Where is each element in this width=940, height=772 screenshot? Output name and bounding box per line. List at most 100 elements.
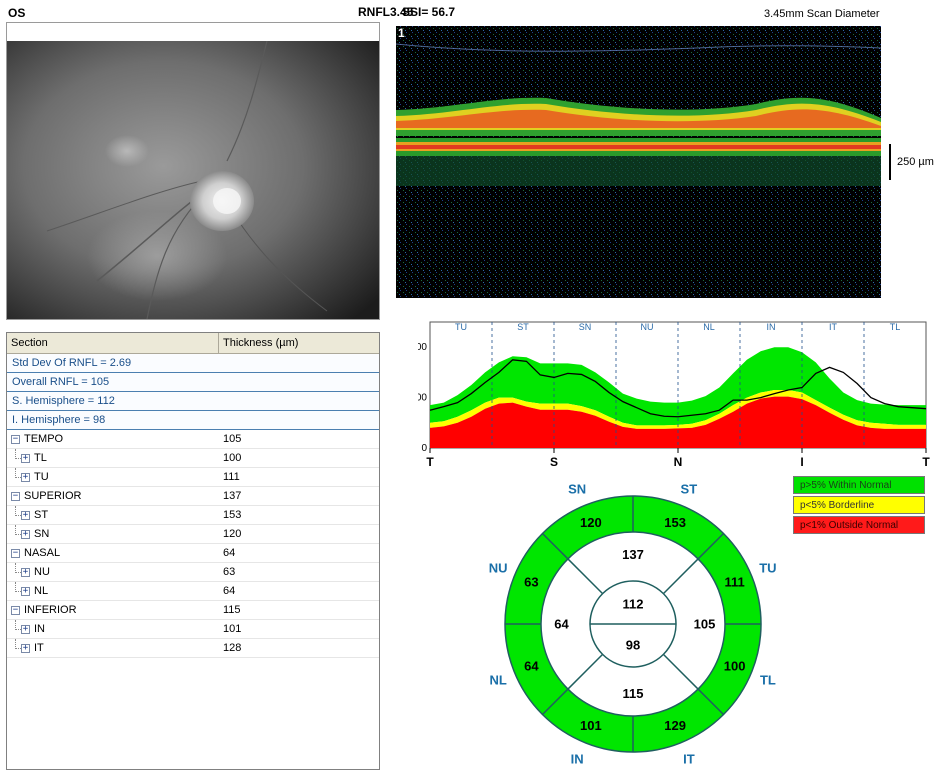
table-row-tempo[interactable]: − TEMPO 105 (7, 430, 379, 449)
table-row-inferior[interactable]: − INFERIOR 115 (7, 601, 379, 620)
row-value: 137 (223, 490, 242, 502)
expand-icon[interactable]: + (21, 510, 30, 520)
normative-legend: p>5% Within Normal p<5% Borderline p<1% … (793, 476, 925, 536)
sector-label-nu: NU (489, 561, 508, 576)
sector-label-tl: TL (760, 672, 776, 687)
row-label: TEMPO (24, 433, 64, 445)
fundus-image-panel (6, 22, 380, 320)
expand-icon[interactable]: + (21, 453, 30, 463)
sector-value-it: 129 (664, 718, 686, 733)
row-label: ST (34, 509, 49, 521)
table-row-superior[interactable]: − SUPERIOR 137 (7, 487, 379, 506)
column-header-section[interactable]: Section (7, 333, 219, 353)
expand-icon[interactable]: + (21, 529, 30, 539)
row-label: NASAL (24, 547, 61, 559)
sector-value-tu: 111 (724, 574, 744, 589)
collapse-icon[interactable]: − (11, 434, 20, 444)
x-tick-label: S (550, 455, 558, 469)
x-tick-label: I (800, 455, 803, 469)
table-row-sn[interactable]: + SN 120 (7, 524, 379, 544)
expand-icon[interactable]: + (21, 567, 30, 577)
sector-value-in: 101 (580, 718, 602, 733)
summary-superior-hemisphere: S. Hemisphere = 112 (7, 392, 379, 411)
sector-value-nu: 63 (524, 574, 538, 589)
row-value: 64 (223, 547, 236, 559)
sector-value-sn: 120 (580, 515, 602, 530)
sector-label-st: ST (681, 482, 698, 497)
row-label: SUPERIOR (24, 490, 82, 502)
eye-label: OS (8, 6, 26, 20)
x-tick-label: T (922, 455, 930, 469)
sector-value-nl: 64 (524, 659, 539, 674)
row-value: 101 (223, 623, 242, 635)
sector-value-tl: 100 (724, 659, 746, 674)
quadrant-temporal-value: 105 (694, 617, 716, 632)
quadrant-nasal-value: 64 (554, 617, 569, 632)
table-row-nu[interactable]: + NU 63 (7, 562, 379, 582)
summary-std-dev: Std Dev Of RNFL = 2.69 (7, 354, 379, 373)
table-row-it[interactable]: + IT 128 (7, 638, 379, 658)
row-label: TU (34, 471, 49, 483)
row-value: 153 (223, 509, 242, 521)
sector-label-tu: TU (455, 322, 467, 332)
expand-icon[interactable]: + (21, 624, 30, 634)
legend-borderline: p<5% Borderline (793, 496, 925, 514)
expand-icon[interactable]: + (21, 643, 30, 653)
sector-label-sn: SN (568, 482, 586, 497)
x-tick-label: N (674, 455, 683, 469)
row-value: 120 (223, 528, 242, 540)
summary-inferior-hemisphere: I. Hemisphere = 98 (7, 411, 379, 430)
y-tick-label: 0 (421, 443, 427, 454)
column-header-thickness[interactable]: Thickness (µm) (219, 333, 298, 353)
row-value: 111 (223, 471, 240, 483)
table-row-nl[interactable]: + NL 64 (7, 581, 379, 601)
table-row-tu[interactable]: + TU 111 (7, 467, 379, 487)
collapse-icon[interactable]: − (11, 491, 20, 501)
collapse-icon[interactable]: − (11, 548, 20, 558)
oct-image-number: 1 (398, 26, 405, 40)
row-label: INFERIOR (24, 604, 77, 616)
sector-label-st: ST (517, 322, 529, 332)
sector-label-sn: SN (579, 322, 592, 332)
oct-bscan-image (396, 26, 881, 298)
row-value: 64 (223, 585, 236, 597)
legend-outside-normal: p<1% Outside Normal (793, 516, 925, 534)
row-label: IT (34, 642, 44, 654)
sector-label-it: IT (829, 322, 838, 332)
table-row-st[interactable]: + ST 153 (7, 505, 379, 525)
row-value: 105 (223, 433, 242, 445)
sector-label-nl: NL (489, 672, 506, 687)
sector-label-it: IT (683, 751, 695, 766)
table-row-tl[interactable]: + TL 100 (7, 448, 379, 468)
y-tick-label: 100 (418, 393, 427, 404)
sector-label-nl: NL (703, 322, 715, 332)
legend-within-normal: p>5% Within Normal (793, 476, 925, 494)
signal-strength-index: SSI= 56.7 (402, 5, 456, 19)
fundus-image (7, 41, 379, 319)
thickness-table: Section Thickness (µm) Std Dev Of RNFL =… (6, 332, 380, 770)
scale-bar-label: 250 µm (897, 156, 934, 168)
y-tick-label: 200 (418, 342, 427, 353)
scale-bar (889, 144, 891, 180)
table-header: Section Thickness (µm) (7, 333, 379, 354)
expand-icon[interactable]: + (21, 472, 30, 482)
collapse-icon[interactable]: − (11, 605, 20, 615)
table-row-nasal[interactable]: − NASAL 64 (7, 544, 379, 563)
quadrant-inferior-value: 115 (623, 686, 644, 701)
hemisphere-inferior-value: 98 (626, 638, 640, 653)
summary-overall-rnfl: Overall RNFL = 105 (7, 373, 379, 392)
sector-value-st: 153 (664, 515, 686, 530)
row-value: 128 (223, 642, 242, 654)
row-label: IN (34, 623, 45, 635)
x-tick-label: T (426, 455, 434, 469)
expand-icon[interactable]: + (21, 586, 30, 596)
row-label: TL (34, 452, 47, 464)
row-label: SN (34, 528, 50, 540)
row-label: NL (34, 585, 49, 597)
sector-label-in: IN (571, 751, 584, 766)
table-row-in[interactable]: + IN 101 (7, 619, 379, 639)
row-value: 115 (223, 604, 241, 616)
tsnit-chart: TUSTSNNUNLINITTL0100200TSNIT (418, 321, 930, 469)
sector-label-tl: TL (890, 322, 901, 332)
row-label: NU (34, 566, 50, 578)
